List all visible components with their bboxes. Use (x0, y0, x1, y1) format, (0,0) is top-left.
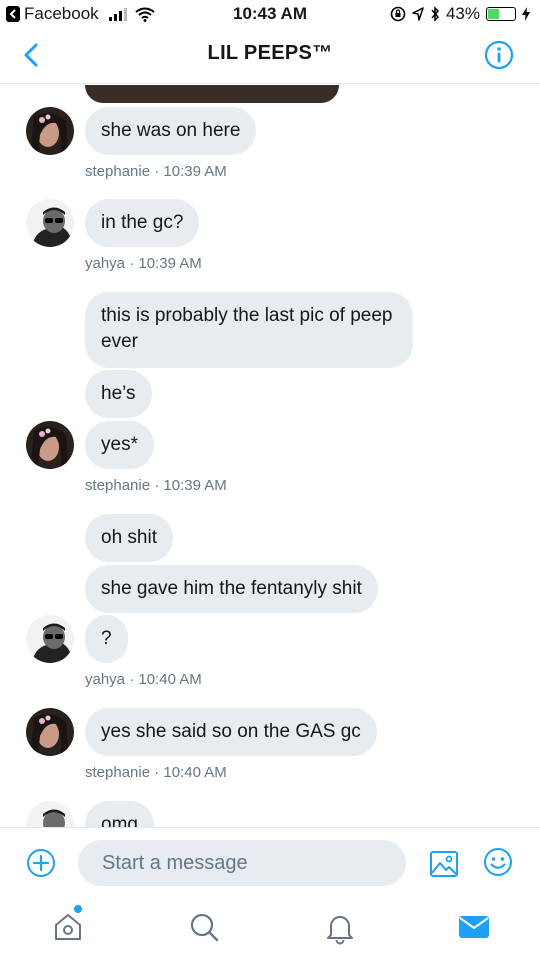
screen-lock-icon (390, 6, 406, 22)
meta-separator: · (154, 163, 160, 180)
meta-time: 10:40 AM (138, 671, 202, 688)
image-message[interactable] (85, 85, 339, 103)
conversation-title[interactable]: LIL PEEPS™ (0, 42, 540, 65)
meta-separator: · (154, 764, 160, 781)
notifications-icon (327, 916, 353, 945)
tab-home[interactable] (50, 905, 86, 945)
meta-sender: stephanie (85, 163, 151, 180)
conversation-header: LIL PEEPS™ (0, 28, 540, 84)
battery-percent: 43% (445, 4, 480, 23)
message-bubble[interactable]: she was on here (85, 107, 257, 155)
message-bubble[interactable]: in the gc? (85, 199, 200, 247)
tab-messages[interactable] (456, 909, 492, 945)
home-icon (55, 914, 81, 940)
message-bubble[interactable]: this is probably the last pic of peep ev… (85, 292, 413, 368)
info-icon[interactable] (484, 40, 514, 70)
messages-icon (459, 916, 489, 938)
tab-search[interactable] (186, 909, 222, 945)
message-thread[interactable]: she was on here stephanie · 10:39 AM in … (0, 85, 540, 827)
avatar-photo (26, 801, 74, 827)
message-meta: stephanie · 10:39 AM (85, 163, 227, 180)
tab-bar (0, 895, 540, 960)
status-bar: Facebook 10:43 AM 43% (0, 0, 540, 28)
avatar-yahya[interactable] (26, 199, 74, 247)
message-bubble[interactable]: she gave him the fentanyly shit (85, 565, 378, 613)
add-icon[interactable] (26, 848, 56, 878)
message-bubble[interactable]: ? (85, 615, 128, 663)
meta-separator: · (154, 477, 160, 494)
avatar-stephanie[interactable] (26, 708, 74, 756)
charging-icon (522, 7, 530, 21)
location-icon (412, 7, 424, 21)
message-bubble[interactable]: he’s (85, 370, 152, 418)
message-meta: stephanie · 10:40 AM (85, 764, 227, 781)
meta-sender: yahya (85, 255, 126, 272)
meta-time: 10:39 AM (163, 163, 227, 180)
image-icon[interactable] (428, 848, 460, 880)
avatar-photo (26, 199, 74, 247)
meta-time: 10:40 AM (163, 764, 227, 781)
message-bubble[interactable]: yes she said so on the GAS gc (85, 708, 377, 756)
avatar-stephanie[interactable] (26, 421, 74, 469)
avatar-photo (26, 708, 74, 756)
message-input[interactable] (78, 840, 406, 886)
meta-sender: yahya (85, 671, 126, 688)
emoji-icon[interactable] (482, 846, 514, 878)
message-meta: stephanie · 10:39 AM (85, 477, 227, 494)
avatar-photo (26, 421, 74, 469)
avatar-yahya[interactable] (26, 615, 74, 663)
meta-sender: stephanie (85, 764, 151, 781)
battery-icon (486, 7, 516, 21)
avatar-photo (26, 615, 74, 663)
bluetooth-icon (431, 6, 439, 22)
status-right: 43% (390, 4, 530, 24)
avatar-photo (26, 107, 74, 155)
message-bubble[interactable]: omg (85, 801, 154, 827)
avatar-stephanie[interactable] (26, 107, 74, 155)
message-bubble[interactable]: oh shit (85, 514, 173, 562)
meta-separator: · (129, 671, 135, 688)
avatar-yahya[interactable] (26, 801, 74, 827)
message-meta: yahya · 10:40 AM (85, 671, 202, 688)
meta-time: 10:39 AM (138, 255, 202, 272)
message-bubble[interactable]: yes* (85, 421, 154, 469)
meta-time: 10:39 AM (163, 477, 227, 494)
tab-notifications[interactable] (322, 909, 358, 945)
meta-separator: · (129, 255, 135, 272)
message-meta: yahya · 10:39 AM (85, 255, 202, 272)
search-icon (190, 913, 219, 942)
compose-bar (0, 827, 540, 895)
new-tweets-dot (74, 905, 82, 913)
meta-sender: stephanie (85, 477, 151, 494)
